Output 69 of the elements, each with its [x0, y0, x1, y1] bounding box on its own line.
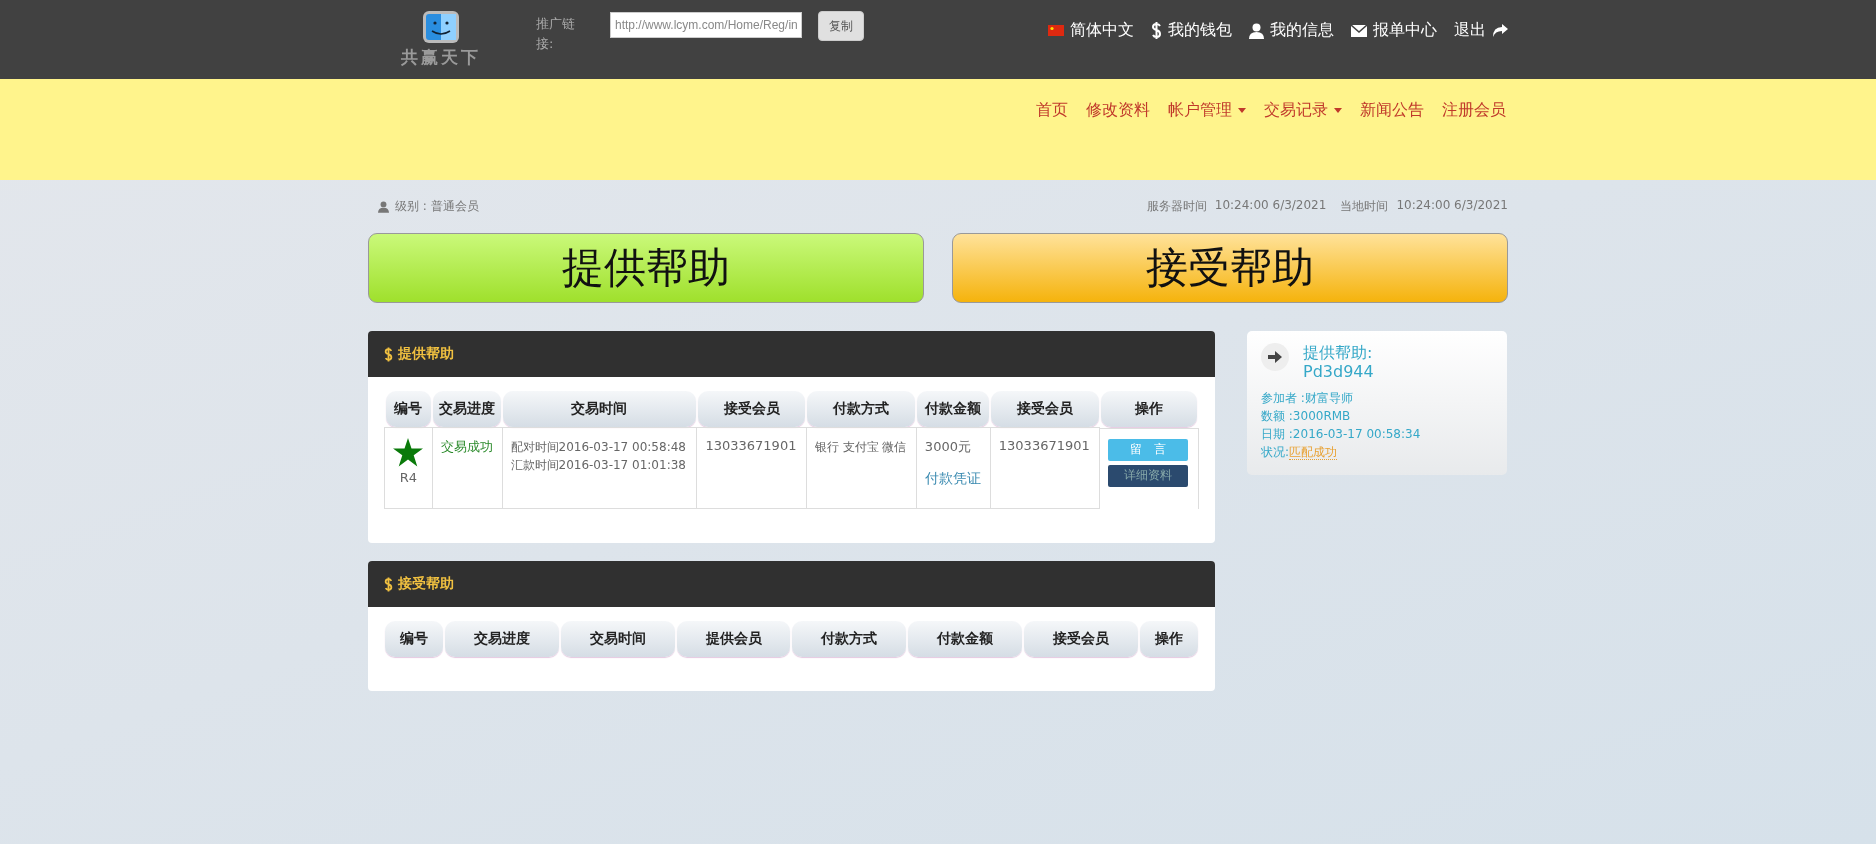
nav-link[interactable]: 首页 [1036, 100, 1068, 121]
help-button[interactable]: 提供帮助 [368, 233, 924, 303]
nav-link[interactable]: 交易记录 [1264, 100, 1342, 121]
nav-link[interactable]: 注册会员 [1442, 100, 1506, 121]
server-time: 10:24:00 6/3/2021 [1214, 198, 1327, 214]
promo-link-field[interactable]: http://www.lcym.com/Home/Reg/in [610, 12, 802, 38]
column-header: 编号 [385, 391, 432, 427]
dollar-icon [384, 346, 393, 362]
payment-methods: 银行 支付宝 微信 [814, 440, 907, 454]
time-text: 汇款时间2016-03-17 01:01:38 [510, 457, 687, 474]
header-link[interactable]: 我的信息 [1249, 20, 1334, 41]
column-header: 交易进度 [444, 621, 559, 657]
dollar-icon [1151, 22, 1162, 39]
smiling-face-logo-icon [422, 10, 460, 44]
card-code: Pd3d944 [1303, 362, 1374, 381]
column-header: 交易时间 [503, 391, 696, 427]
header-link[interactable]: 简体中文 [1048, 20, 1134, 41]
payment-proof-link[interactable]: 付款凭证 [924, 470, 982, 488]
column-header: 操作 [1100, 391, 1197, 428]
caret-icon [1238, 108, 1246, 113]
column-header: 接受会员 [1024, 621, 1138, 657]
column-header: 接受会员 [697, 391, 806, 427]
column-header: 操作 [1140, 621, 1198, 657]
nav-link[interactable]: 修改资料 [1086, 100, 1150, 121]
copy-button[interactable]: 复制 [818, 11, 864, 41]
nav-link[interactable]: 新闻公告 [1360, 100, 1424, 121]
share-arrow-icon [1492, 23, 1508, 38]
time-text: 配对时间2016-03-17 00:58:48 [510, 439, 687, 456]
dollar-icon [384, 576, 393, 592]
action-button[interactable]: 详细资料 [1108, 464, 1189, 487]
user-icon [378, 200, 389, 213]
column-header: 付款方式 [807, 391, 916, 427]
caret-icon [1334, 108, 1342, 113]
column-header: 付款方式 [792, 621, 907, 657]
panel-title: 接受帮助 [398, 575, 454, 593]
column-header: 交易时间 [560, 621, 675, 657]
card-detail: 数额 :3000RMB [1261, 408, 1352, 425]
column-header: 提供会员 [676, 621, 791, 657]
promo-link-label: 推广链接: [536, 15, 576, 53]
status-text: 交易成功 [440, 439, 493, 454]
server-time-label: 服务器时间 [1146, 198, 1207, 215]
card-detail: 参加者 :财富导师 [1261, 390, 1354, 407]
star-icon [393, 438, 424, 467]
rank-label: R4 [398, 470, 418, 485]
header-link[interactable]: 我的钱包 [1151, 20, 1232, 41]
member-level: 级别 : 普通会员 [395, 198, 479, 215]
mail-icon [1351, 24, 1367, 37]
column-header: 交易进度 [433, 391, 501, 427]
help-button[interactable]: 接受帮助 [952, 233, 1508, 303]
user-icon [1249, 22, 1264, 39]
local-time-label: 当地时间 [1340, 198, 1389, 215]
column-header: 编号 [385, 621, 443, 657]
panel-title: 提供帮助 [398, 345, 454, 363]
member-phone: 13033671901 [705, 438, 797, 453]
nav-link[interactable]: 帐户管理 [1168, 100, 1246, 121]
card-detail: 日期 :2016-03-17 00:58:34 [1261, 426, 1422, 443]
local-time: 10:24:00 6/3/2021 [1396, 198, 1508, 214]
status-label: 状况: [1261, 445, 1290, 459]
flag-icon [1048, 25, 1064, 36]
logo-text: 共赢天下 [401, 46, 481, 69]
card-title: 提供帮助: [1303, 343, 1374, 362]
header-link[interactable]: 退出 [1454, 20, 1508, 41]
column-header: 付款金额 [908, 621, 1023, 657]
member-phone: 13033671901 [998, 438, 1090, 453]
column-header: 付款金额 [917, 391, 990, 427]
column-header: 接受会员 [991, 391, 1099, 427]
status-value: 匹配成功 [1289, 445, 1338, 460]
amount-text: 3000元 [924, 438, 972, 456]
header-link[interactable]: 报单中心 [1351, 20, 1437, 41]
